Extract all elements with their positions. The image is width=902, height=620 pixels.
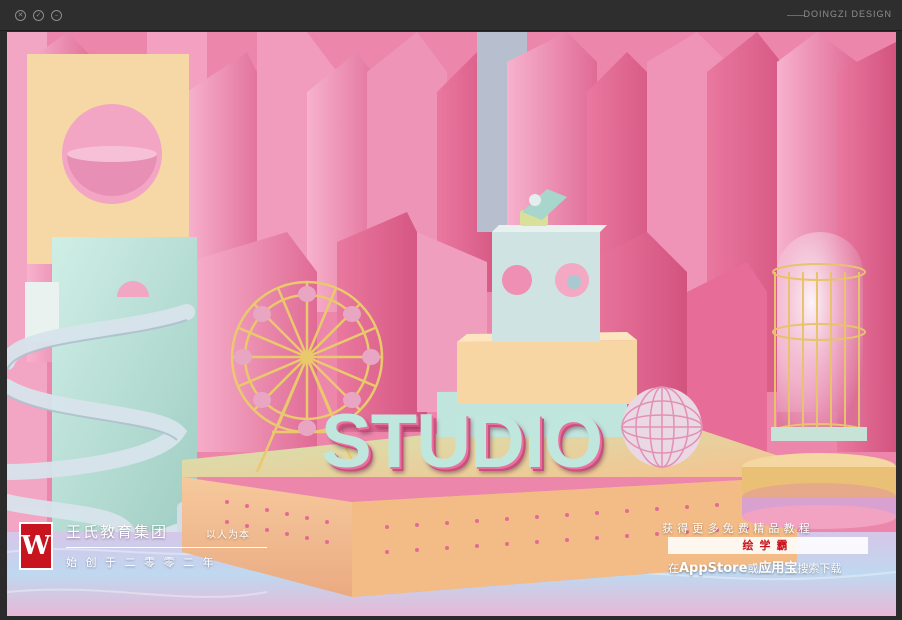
- company-logo: W: [19, 522, 53, 570]
- brand-label: DOINGZI DESIGN: [803, 9, 892, 19]
- promo-tagline: 获得更多免费精品教程: [662, 522, 814, 535]
- promo-appstore: AppStore: [679, 561, 748, 576]
- promo-download-text: 在AppStore或应用宝搜索下载: [668, 557, 841, 576]
- promo-or: 或: [747, 562, 759, 575]
- close-icon[interactable]: ✕: [15, 10, 26, 21]
- window-titlebar: ✕ ✓ – DOINGZI DESIGN: [0, 0, 902, 31]
- founded-text: 始创于二零零二年: [66, 556, 222, 569]
- brand-divider: [787, 15, 805, 16]
- logo-letter: W: [21, 531, 51, 561]
- company-name: 王氏教育集团: [66, 523, 169, 541]
- check-icon[interactable]: ✓: [33, 10, 44, 21]
- minus-icon[interactable]: –: [51, 10, 62, 21]
- studio-sign: STUDIO: [321, 399, 603, 484]
- promo-post: 搜索下载: [797, 562, 842, 575]
- company-motto: 以人为本: [206, 530, 250, 541]
- promo-pre: 在: [668, 562, 679, 575]
- company-divider: [66, 547, 267, 548]
- promo-store: 应用宝: [758, 561, 798, 576]
- promo-app-name: 绘学霸: [742, 539, 794, 552]
